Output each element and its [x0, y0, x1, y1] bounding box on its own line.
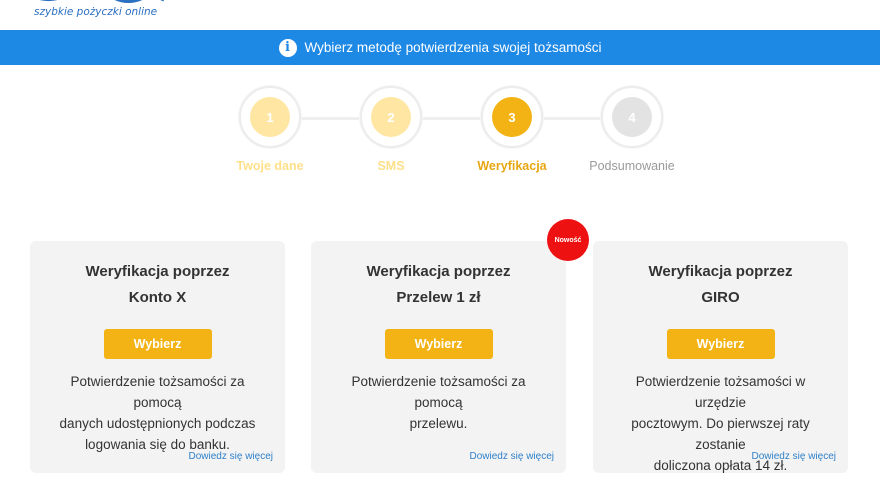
- new-badge: Nowość: [547, 219, 589, 261]
- card-title-line: Weryfikacja poprzez: [85, 263, 230, 280]
- card-title-method: Konto X: [128, 289, 187, 306]
- logo-wordmark: [39, 0, 164, 3]
- step-number: 3: [492, 97, 532, 137]
- step-ring: 2: [360, 86, 422, 148]
- card-title-method: GIRO: [701, 289, 740, 306]
- step-2: 2 SMS: [331, 86, 451, 173]
- step-number: 1: [250, 97, 290, 137]
- card-title-method: Przelew 1 zł: [396, 289, 481, 306]
- step-number: 2: [371, 97, 411, 137]
- learn-more-link[interactable]: Dowiedz się więcej: [752, 451, 836, 462]
- logo[interactable]: szybkie pożyczki online: [30, 0, 190, 26]
- card-konto-x: Weryfikacja poprzez Konto X Wybierz Potw…: [30, 241, 285, 473]
- select-button[interactable]: Wybierz: [384, 329, 493, 359]
- description-line: danych udostępnionych podczas: [59, 416, 256, 431]
- description-line: Potwierdzenie tożsamości za pomocą: [70, 374, 245, 410]
- step-4: 4 Podsumowanie: [572, 86, 692, 173]
- step-ring: 1: [239, 86, 301, 148]
- step-3: 3 Weryfikacja: [452, 86, 572, 173]
- card-przelew: Weryfikacja poprzez Przelew 1 zł Wybierz…: [311, 241, 566, 473]
- progress-stepper: 1 Twoje dane 2 SMS 3 Weryfikacja 4 Podsu…: [0, 86, 880, 186]
- info-banner: i Wybierz metodę potwierdzenia swojej to…: [0, 30, 880, 65]
- card-description: Potwierdzenie tożsamości za pomocą danyc…: [48, 371, 267, 455]
- select-button[interactable]: Wybierz: [103, 329, 212, 359]
- logo-tagline: szybkie pożyczki online: [34, 6, 158, 18]
- learn-more-link[interactable]: Dowiedz się więcej: [189, 451, 273, 462]
- description-line: Potwierdzenie tożsamości w urzędzie: [635, 374, 806, 410]
- step-label: SMS: [377, 159, 405, 173]
- description-line: przelewu.: [409, 416, 468, 431]
- card-title-line: Weryfikacja poprzez: [648, 263, 793, 280]
- step-label: Podsumowanie: [589, 159, 675, 173]
- banner-text: Wybierz metodę potwierdzenia swojej tożs…: [304, 40, 602, 55]
- step-ring: 3: [481, 86, 543, 148]
- info-icon: i: [278, 38, 297, 57]
- description-line: Potwierdzenie tożsamości za pomocą: [351, 374, 526, 410]
- card-description: Potwierdzenie tożsamości za pomocą przel…: [329, 371, 548, 434]
- step-label: Twoje dane: [236, 159, 304, 173]
- step-ring: 4: [601, 86, 663, 148]
- select-button[interactable]: Wybierz: [666, 329, 775, 359]
- card-giro: Weryfikacja poprzez GIRO Wybierz Potwier…: [593, 241, 848, 473]
- card-title-line: Weryfikacja poprzez: [366, 263, 511, 280]
- card-title: Weryfikacja poprzez Przelew 1 zł: [311, 259, 566, 311]
- description-line: pocztowym. Do pierwszej raty zostanie: [631, 416, 810, 452]
- card-title: Weryfikacja poprzez GIRO: [593, 259, 848, 311]
- step-1: 1 Twoje dane: [210, 86, 330, 173]
- step-number: 4: [612, 97, 652, 137]
- learn-more-link[interactable]: Dowiedz się więcej: [470, 451, 554, 462]
- step-label: Weryfikacja: [477, 159, 547, 173]
- card-title: Weryfikacja poprzez Konto X: [30, 259, 285, 311]
